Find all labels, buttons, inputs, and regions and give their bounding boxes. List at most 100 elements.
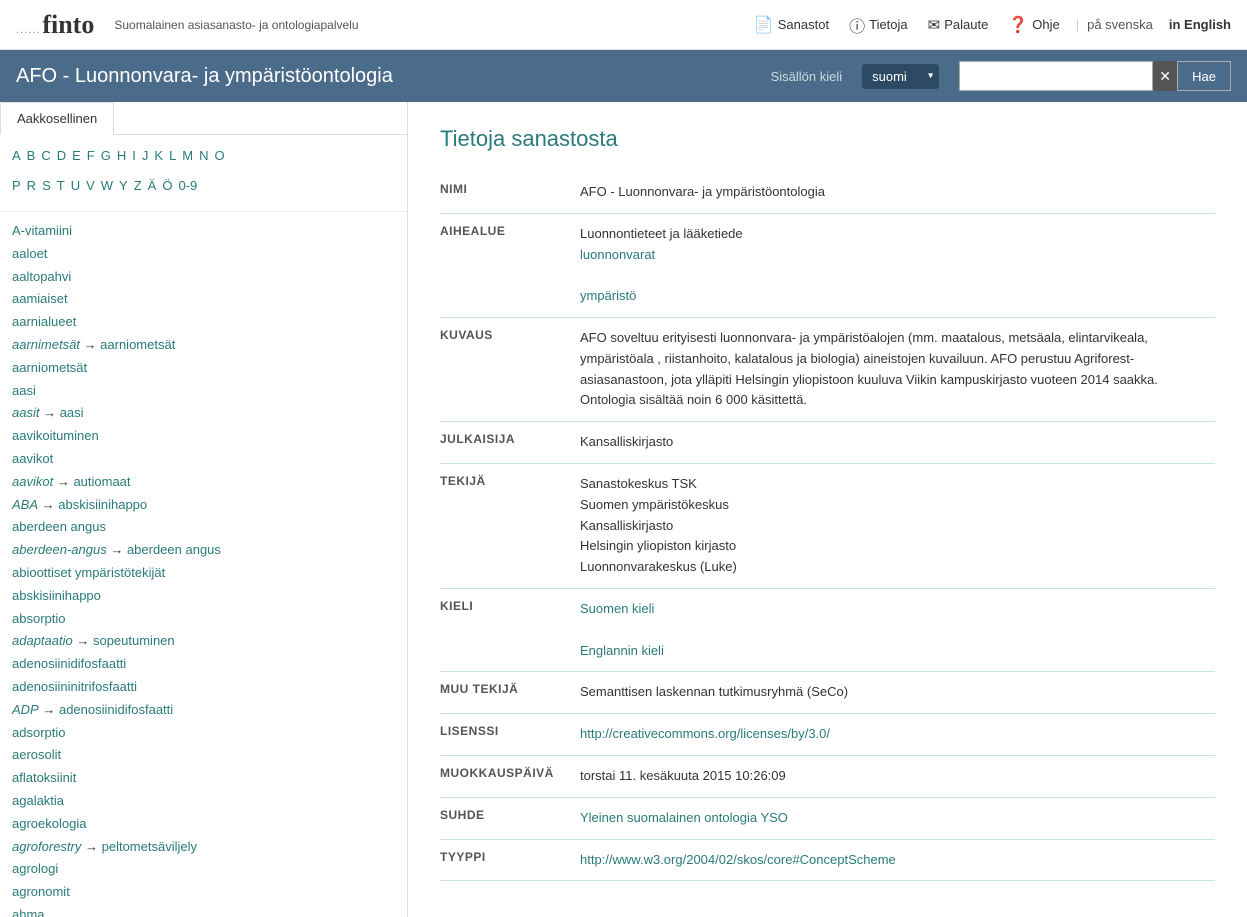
info-value: Yleinen suomalainen ontologia YSO: [580, 797, 1215, 839]
alpha-link[interactable]: S: [42, 173, 51, 199]
list-item[interactable]: aarnialueet: [12, 311, 395, 334]
info-label: KIELI: [440, 588, 580, 671]
info-link[interactable]: ympäristö: [580, 286, 1215, 307]
list-item[interactable]: aarnimetsät → aarniometsät: [12, 334, 395, 357]
list-item[interactable]: ABA → abskisiinihappo: [12, 494, 395, 517]
search-box: ✕ Hae: [959, 61, 1231, 91]
list-item[interactable]: agalaktia: [12, 790, 395, 813]
list-item[interactable]: aflatoksiinit: [12, 767, 395, 790]
info-label: NIMI: [440, 172, 580, 213]
list-item[interactable]: aasit → aasi: [12, 402, 395, 425]
list-item[interactable]: aasi: [12, 380, 395, 403]
lang-select[interactable]: suomi English: [862, 64, 939, 89]
search-clear-button[interactable]: ✕: [1153, 61, 1177, 91]
info-link[interactable]: luonnonvarat: [580, 245, 1215, 266]
list-item[interactable]: aavikot → autiomaat: [12, 471, 395, 494]
info-link[interactable]: Yleinen suomalainen ontologia YSO: [580, 808, 1215, 829]
nav-sanastot-label: Sanastot: [778, 17, 829, 32]
feedback-icon: ✉: [928, 16, 941, 34]
alpha-link[interactable]: V: [86, 173, 95, 199]
info-link[interactable]: http://www.w3.org/2004/02/skos/core#Conc…: [580, 850, 1215, 871]
tab-aakkosellinen[interactable]: Aakkosellinen: [0, 102, 114, 135]
alpha-link[interactable]: R: [27, 173, 36, 199]
alpha-link[interactable]: H: [117, 143, 126, 169]
logo-dots: ......: [16, 24, 40, 36]
list-item[interactable]: aerosolit: [12, 744, 395, 767]
alpha-link[interactable]: O: [215, 143, 225, 169]
list-item[interactable]: absorptio: [12, 608, 395, 631]
table-row: LISENSSIhttp://creativecommons.org/licen…: [440, 714, 1215, 756]
alpha-link[interactable]: G: [101, 143, 111, 169]
info-link[interactable]: http://creativecommons.org/licenses/by/3…: [580, 724, 1215, 745]
alpha-link[interactable]: F: [87, 143, 95, 169]
alpha-link[interactable]: D: [57, 143, 66, 169]
list-item[interactable]: aberdeen angus: [12, 516, 395, 539]
table-row: TEKIJÄSanastokeskus TSKSuomen ympäristök…: [440, 463, 1215, 588]
alpha-link[interactable]: I: [132, 143, 136, 169]
list-item[interactable]: aamiaiset: [12, 288, 395, 311]
list-item[interactable]: adenosiininitrifosfaatti: [12, 676, 395, 699]
alpha-link[interactable]: Z: [134, 173, 142, 199]
logo[interactable]: ...... finto: [16, 10, 94, 40]
alpha-link[interactable]: K: [154, 143, 163, 169]
alpha-link[interactable]: A: [12, 143, 21, 169]
list-item[interactable]: abskisiinihappo: [12, 585, 395, 608]
lang-svenska[interactable]: på svenska: [1087, 17, 1153, 32]
alpha-link[interactable]: M: [182, 143, 193, 169]
lang-english[interactable]: in English: [1169, 17, 1231, 32]
alpha-link[interactable]: P: [12, 173, 21, 199]
nav-ohje[interactable]: ❓ Ohje: [1000, 11, 1067, 39]
list-item[interactable]: aavikoituminen: [12, 425, 395, 448]
info-value: http://creativecommons.org/licenses/by/3…: [580, 714, 1215, 756]
list-item[interactable]: aarniometsät: [12, 357, 395, 380]
alpha-link[interactable]: L: [169, 143, 176, 169]
alpha-link[interactable]: U: [71, 173, 80, 199]
list-item[interactable]: ADP → adenosiinidifosfaatti: [12, 699, 395, 722]
alpha-link[interactable]: Y: [119, 173, 128, 199]
sanastot-icon: 📄: [754, 15, 774, 35]
alpha-link[interactable]: Ö: [162, 173, 172, 199]
logo-subtitle: Suomalainen asiasanasto- ja ontologiapal…: [114, 18, 358, 32]
logo-area: ...... finto Suomalainen asiasanasto- ja…: [16, 10, 359, 40]
nav-tietoja[interactable]: ⓘ Tietoja: [841, 9, 916, 41]
list-item[interactable]: aavikot: [12, 448, 395, 471]
alpha-link[interactable]: N: [199, 143, 208, 169]
list-item[interactable]: aaloet: [12, 243, 395, 266]
alpha-link[interactable]: T: [57, 173, 65, 199]
list-item[interactable]: A-vitamiini: [12, 220, 395, 243]
lang-label: Sisällön kieli: [771, 69, 843, 84]
list-item[interactable]: adaptaatio → sopeutuminen: [12, 630, 395, 653]
info-label: TYYPPI: [440, 839, 580, 881]
table-row: TYYPPIhttp://www.w3.org/2004/02/skos/cor…: [440, 839, 1215, 881]
alpha-link[interactable]: J: [142, 143, 149, 169]
list-item[interactable]: agronomit: [12, 881, 395, 904]
main-layout: Aakkosellinen ABCDEFGHIJKLMNO PRSTUVWYZÄ…: [0, 102, 1247, 917]
alpha-link[interactable]: W: [101, 173, 113, 199]
list-item[interactable]: aberdeen-angus → aberdeen angus: [12, 539, 395, 562]
list-item[interactable]: aaltopahvi: [12, 266, 395, 289]
list-item[interactable]: agroekologia: [12, 813, 395, 836]
list-item[interactable]: agroforestry → peltometsäviljely: [12, 836, 395, 859]
list-item[interactable]: ahma: [12, 904, 395, 917]
info-icon: ⓘ: [849, 13, 865, 37]
alpha-link[interactable]: 0-9: [178, 173, 197, 199]
list-item[interactable]: abioottiset ympäristötekijät: [12, 562, 395, 585]
alpha-link[interactable]: C: [41, 143, 50, 169]
info-value: AFO soveltuu erityisesti luonnonvara- ja…: [580, 317, 1215, 421]
table-row: KUVAUSAFO soveltuu erityisesti luonnonva…: [440, 317, 1215, 421]
info-link[interactable]: Englannin kieli: [580, 641, 1215, 662]
list-item[interactable]: adsorptio: [12, 722, 395, 745]
nav-palaute[interactable]: ✉ Palaute: [920, 12, 997, 38]
info-link[interactable]: Suomen kieli: [580, 599, 1215, 620]
nav-palaute-label: Palaute: [944, 17, 988, 32]
alpha-row-1: ABCDEFGHIJKLMNO: [12, 143, 395, 169]
alpha-link[interactable]: B: [27, 143, 36, 169]
alpha-link[interactable]: Ä: [148, 173, 157, 199]
search-button[interactable]: Hae: [1177, 61, 1231, 91]
list-item[interactable]: adenosiinidifosfaatti: [12, 653, 395, 676]
search-input[interactable]: [959, 61, 1153, 91]
alpha-link[interactable]: E: [72, 143, 81, 169]
sidebar-tabs: Aakkosellinen: [0, 102, 407, 135]
nav-sanastot[interactable]: 📄 Sanastot: [746, 11, 837, 39]
list-item[interactable]: agrologi: [12, 858, 395, 881]
